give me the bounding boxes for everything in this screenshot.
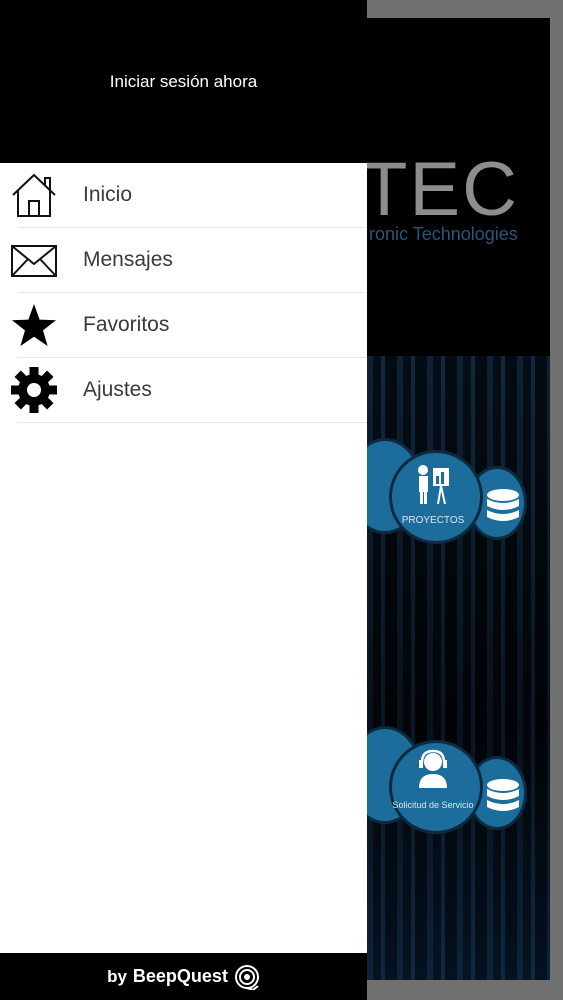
drawer-footer[interactable]: by BeepQuest	[0, 953, 367, 1000]
divider	[18, 422, 367, 423]
home-icon	[12, 173, 56, 217]
star-icon	[12, 304, 56, 346]
navigation-drawer: Iniciar sesión ahora Inicio Mensajes Fav…	[0, 0, 367, 1000]
drawer-header: Iniciar sesión ahora	[0, 0, 367, 163]
menu-item-label: Mensajes	[83, 248, 173, 271]
tile-label-solicitud: Solicitud de Servicio	[392, 800, 474, 810]
footer-by-text: by	[107, 966, 127, 986]
gear-icon	[11, 367, 57, 413]
menu-item-label: Favoritos	[83, 313, 170, 336]
login-link[interactable]: Iniciar sesión ahora	[0, 72, 367, 92]
database-icon	[487, 779, 519, 811]
menu-item-ajustes[interactable]: Ajustes	[0, 358, 367, 423]
presentation-icon	[418, 465, 449, 505]
menu-item-favoritos[interactable]: Favoritos	[0, 293, 367, 358]
menu-item-label: Ajustes	[83, 378, 152, 401]
footer-brand-text: BeepQuest	[132, 966, 228, 986]
support-agent-icon	[419, 749, 447, 788]
beepquest-logo-icon	[234, 964, 259, 990]
menu-item-mensajes[interactable]: Mensajes	[0, 228, 367, 293]
database-icon	[487, 489, 519, 521]
menu-item-inicio[interactable]: Inicio	[0, 163, 367, 228]
drawer-menu: Inicio Mensajes Favoritos Ajustes	[0, 163, 367, 423]
tile-label-proyectos: PROYECTOS	[401, 515, 465, 526]
envelope-icon	[11, 245, 57, 277]
menu-item-label: Inicio	[83, 183, 133, 206]
